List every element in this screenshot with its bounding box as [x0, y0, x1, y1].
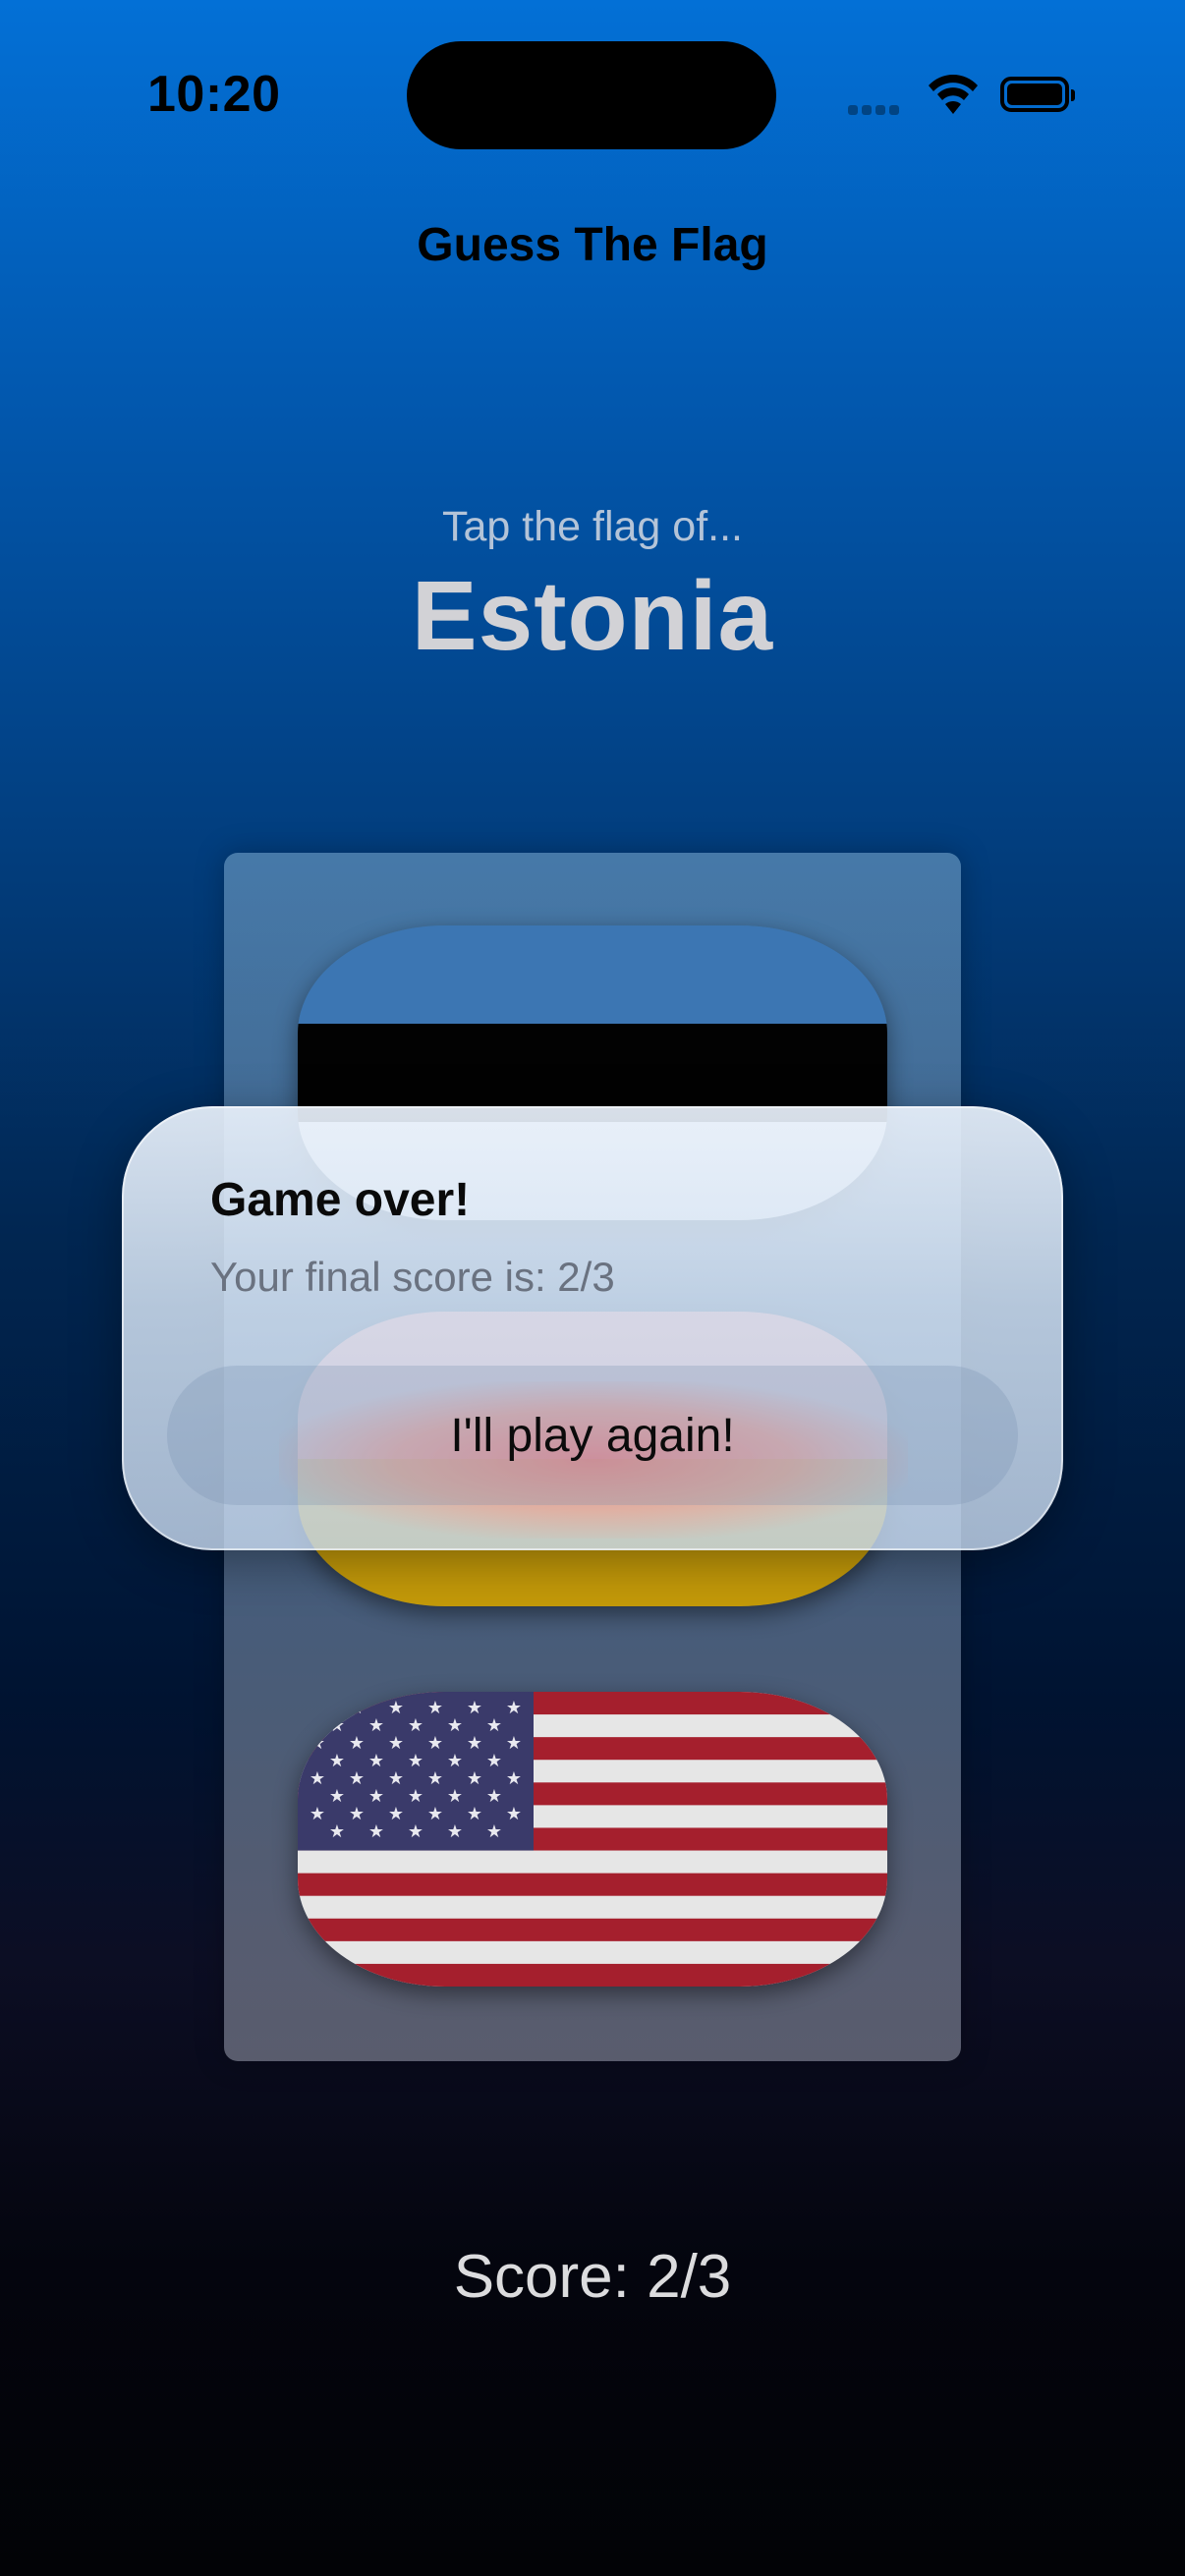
- svg-text:★: ★: [506, 1804, 522, 1824]
- svg-text:★: ★: [427, 1698, 443, 1718]
- svg-text:★: ★: [447, 1751, 463, 1771]
- usa-flag-image: ★ ★ ★ ★ ★ ★ ★ ★ ★ ★ ★ ★ ★ ★ ★ ★ ★ ★ ★ ★ ★ ★ ★ ★ ★ ★ ★ ★ ★ ★ ★ ★ ★ ★…: [298, 1692, 887, 1987]
- svg-text:★: ★: [329, 1786, 345, 1807]
- svg-text:★: ★: [427, 1768, 443, 1789]
- svg-text:★: ★: [486, 1821, 502, 1842]
- svg-text:★: ★: [349, 1733, 365, 1754]
- svg-text:★: ★: [368, 1715, 384, 1736]
- svg-text:★: ★: [447, 1715, 463, 1736]
- svg-text:★: ★: [388, 1698, 404, 1718]
- svg-text:★: ★: [467, 1768, 482, 1789]
- flag-stripe-blue: [298, 925, 887, 1024]
- svg-text:★: ★: [467, 1733, 482, 1754]
- svg-text:★: ★: [486, 1786, 502, 1807]
- status-bar: 10:20: [0, 0, 1185, 187]
- alert-message: Your final score is: 2/3: [210, 1254, 615, 1300]
- alert-title: Game over!: [210, 1174, 471, 1226]
- play-again-button[interactable]: I'll play again!: [167, 1366, 1018, 1505]
- svg-text:★: ★: [368, 1751, 384, 1771]
- svg-text:★: ★: [368, 1821, 384, 1842]
- svg-text:★: ★: [329, 1821, 345, 1842]
- navigation-title: Guess The Flag: [417, 219, 768, 271]
- target-country: Estonia: [411, 561, 774, 671]
- svg-text:★: ★: [310, 1733, 325, 1754]
- svg-text:★: ★: [408, 1715, 423, 1736]
- game-over-alert: Game over! Your final score is: 2/3 I'll…: [122, 1106, 1063, 1550]
- flag-button-usa[interactable]: ★ ★ ★ ★ ★ ★ ★ ★ ★ ★ ★ ★ ★ ★ ★ ★ ★ ★ ★ ★ ★ ★ ★ ★ ★ ★ ★ ★ ★ ★ ★ ★ ★ ★…: [298, 1692, 887, 1987]
- svg-text:★: ★: [310, 1698, 325, 1718]
- svg-text:★: ★: [349, 1804, 365, 1824]
- svg-text:★: ★: [486, 1751, 502, 1771]
- svg-text:★: ★: [408, 1821, 423, 1842]
- svg-text:★: ★: [388, 1804, 404, 1824]
- svg-text:★: ★: [486, 1715, 502, 1736]
- svg-text:★: ★: [467, 1698, 482, 1718]
- svg-text:★: ★: [467, 1804, 482, 1824]
- svg-text:★: ★: [408, 1751, 423, 1771]
- svg-text:★: ★: [506, 1698, 522, 1718]
- svg-text:★: ★: [506, 1733, 522, 1754]
- svg-text:★: ★: [388, 1768, 404, 1789]
- svg-text:★: ★: [427, 1804, 443, 1824]
- svg-text:★: ★: [349, 1768, 365, 1789]
- svg-text:★: ★: [329, 1715, 345, 1736]
- cellular-signal-icon: [848, 102, 903, 120]
- battery-icon: [1000, 77, 1075, 112]
- svg-text:★: ★: [506, 1768, 522, 1789]
- wifi-icon: [926, 75, 981, 121]
- svg-text:★: ★: [447, 1821, 463, 1842]
- svg-text:★: ★: [427, 1733, 443, 1754]
- svg-text:★: ★: [310, 1768, 325, 1789]
- status-time: 10:20: [147, 66, 281, 123]
- svg-text:★: ★: [408, 1786, 423, 1807]
- dynamic-island: [407, 41, 776, 149]
- svg-text:★: ★: [388, 1733, 404, 1754]
- svg-text:★: ★: [368, 1786, 384, 1807]
- svg-text:★: ★: [329, 1751, 345, 1771]
- svg-text:★: ★: [349, 1698, 365, 1718]
- question-prompt: Tap the flag of...: [442, 503, 743, 550]
- svg-text:★: ★: [447, 1786, 463, 1807]
- score-label: Score: 2/3: [453, 2243, 732, 2311]
- svg-text:★: ★: [310, 1804, 325, 1824]
